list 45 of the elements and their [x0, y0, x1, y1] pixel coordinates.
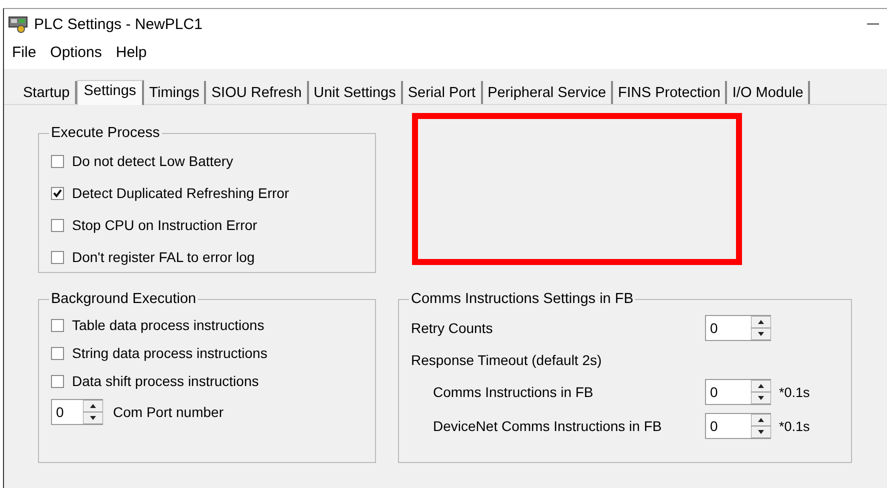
- checkbox[interactable]: [51, 374, 64, 388]
- checkbox-label: Do not detect Low Battery: [72, 153, 234, 169]
- checkbox-label: Table data process instructions: [72, 317, 264, 333]
- tab[interactable]: FINS Protection: [613, 81, 728, 104]
- group-title: Comms Instructions Settings in FB: [410, 291, 634, 307]
- checkbox[interactable]: [51, 318, 64, 332]
- checkbox[interactable]: [51, 154, 64, 168]
- spin-field[interactable]: 0: [705, 315, 771, 341]
- checkbox-label: Data shift process instructions: [72, 373, 259, 389]
- checkbox[interactable]: [51, 346, 64, 360]
- checkbox[interactable]: [51, 186, 64, 200]
- section-label: Response Timeout (default 2s): [411, 352, 602, 368]
- plc-icon: [8, 15, 28, 33]
- spin-field[interactable]: 0: [51, 399, 103, 425]
- spin-field[interactable]: 0: [705, 413, 771, 439]
- menu-item[interactable]: Options: [50, 44, 102, 60]
- group-title: Execute Process: [50, 125, 161, 141]
- spin-arrows-icon[interactable]: [751, 380, 771, 404]
- checkbox[interactable]: [51, 218, 64, 232]
- checkbox-label: Don't register FAL to error log: [72, 249, 255, 265]
- unit-label: *0.1s: [779, 418, 810, 434]
- tab[interactable]: Peripheral Service: [482, 81, 614, 104]
- unit-label: *0.1s: [779, 384, 810, 400]
- spin-field[interactable]: 0: [705, 379, 771, 405]
- checkbox[interactable]: [51, 250, 64, 264]
- checkbox-label: Stop CPU on Instruction Error: [72, 217, 258, 233]
- spin-arrows-icon[interactable]: [83, 400, 103, 424]
- tab[interactable]: I/O Module: [727, 81, 810, 104]
- group-title: Background Execution: [50, 291, 198, 307]
- tab[interactable]: Settings: [76, 80, 144, 105]
- window-title: PLC Settings - NewPLC1: [34, 16, 202, 32]
- menu-item[interactable]: File: [12, 44, 36, 60]
- field-label: Com Port number: [113, 404, 224, 420]
- spin-arrows-icon[interactable]: [751, 414, 771, 438]
- menu-item[interactable]: Help: [116, 44, 147, 60]
- field-label: Comms Instructions in FB: [433, 384, 594, 400]
- checkbox-label: Detect Duplicated Refreshing Error: [72, 185, 290, 201]
- tab[interactable]: Serial Port: [402, 81, 483, 104]
- tab[interactable]: Timings: [144, 81, 206, 104]
- tab[interactable]: Unit Settings: [308, 81, 403, 104]
- tab[interactable]: SIOU Refresh: [206, 81, 309, 104]
- field-label: Retry Counts: [411, 320, 493, 336]
- spin-arrows-icon[interactable]: [751, 316, 771, 340]
- checkbox-label: String data process instructions: [72, 345, 268, 361]
- field-label: DeviceNet Comms Instructions in FB: [433, 418, 662, 434]
